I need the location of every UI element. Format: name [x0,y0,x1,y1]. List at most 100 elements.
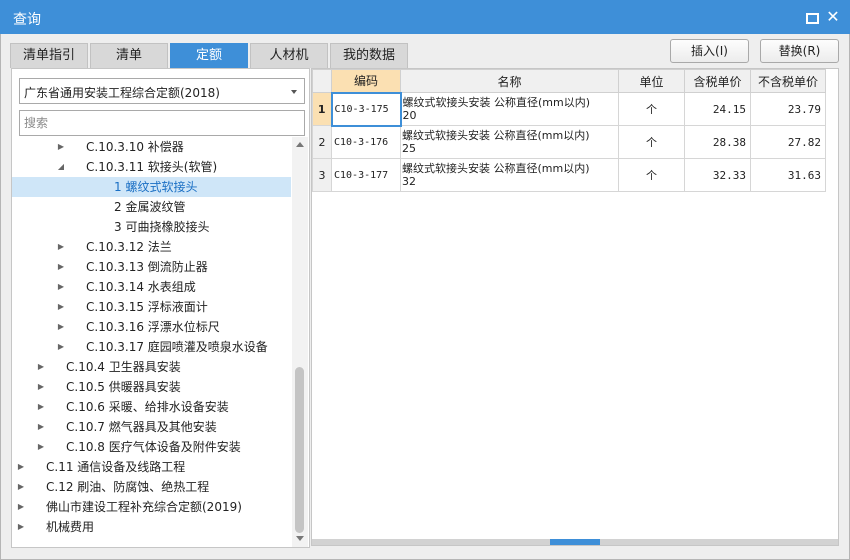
tree-item-label: 1 螺纹式软接头 [114,180,198,194]
cell-name[interactable]: 螺纹式软接头安装 公称直径(mm以内) 20 [400,92,619,126]
tree-item[interactable]: ▶ C.10.3.15 浮标液面计 [12,297,291,317]
tree-item-label: C.10.6 采暖、给排水设备安装 [66,400,229,414]
cell-name-line2: 32 [402,175,416,188]
collapsed-arrow-icon[interactable]: ▶ [56,337,66,357]
col-header-price-tax[interactable]: 含税单价 [684,69,751,93]
col-header-price-notax[interactable]: 不含税单价 [750,69,826,93]
tree-scrollbar[interactable] [292,137,308,547]
replace-button[interactable]: 替换(R) [760,39,839,63]
panel-splitter[interactable] [312,539,838,545]
cell-name[interactable]: 螺纹式软接头安装 公称直径(mm以内) 32 [400,158,619,192]
collapsed-arrow-icon[interactable]: ▶ [36,417,46,437]
scroll-down-icon[interactable] [296,536,304,541]
cell-name-line1: 螺纹式软接头安装 公称直径(mm以内) [402,129,590,142]
row-number: 1 [312,92,332,126]
table-row[interactable]: 2 C10-3-176 螺纹式软接头安装 公称直径(mm以内) 25 个 28.3… [312,125,826,159]
cell-name-line2: 20 [402,109,417,122]
tree-item[interactable]: ▶ C.10.3.13 倒流防止器 [12,257,291,277]
collapsed-arrow-icon[interactable]: ▶ [16,517,26,537]
quota-library-select[interactable]: 广东省通用安装工程综合定额(2018) [19,78,305,104]
tree-item-label: C.10.5 供暖器具安装 [66,380,181,394]
collapsed-arrow-icon[interactable]: ▶ [36,397,46,417]
tree-item[interactable]: ▶ C.10.3.12 法兰 [12,237,291,257]
tab-my-data[interactable]: 我的数据 [330,43,408,68]
expanded-arrow-icon[interactable]: ◢ [56,157,66,177]
tree-item[interactable]: 1 螺纹式软接头 [12,177,291,197]
collapsed-arrow-icon[interactable]: ▶ [56,297,66,317]
maximize-icon[interactable] [802,8,820,26]
tab-bill-guide[interactable]: 清单指引 [10,43,88,68]
cell-code[interactable]: C10-3-175 [330,91,402,127]
col-header-name[interactable]: 名称 [400,69,619,93]
cell-price-notax[interactable]: 27.82 [750,125,826,159]
col-header-code[interactable]: 编码 [331,69,401,93]
collapsed-arrow-icon[interactable]: ▶ [36,437,46,457]
table-row[interactable]: 1 C10-3-175 螺纹式软接头安装 公称直径(mm以内) 20 个 24.1… [312,91,826,127]
tree-item-label: C.10.3.17 庭园喷灌及喷泉水设备 [86,340,268,354]
quota-grid-panel: 编码 名称 单位 含税单价 不含税单价 1 C10-3-175 螺纹式软接头安装… [311,68,839,546]
cell-code[interactable]: C10-3-177 [331,158,401,192]
collapsed-arrow-icon[interactable]: ▶ [16,457,26,477]
tree-item[interactable]: ▶ C.12 刷油、防腐蚀、绝热工程 [12,477,291,497]
tree-item[interactable]: ▶ C.11 通信设备及线路工程 [12,457,291,477]
tree-item[interactable]: 3 可曲挠橡胶接头 [12,217,291,237]
tree-item[interactable]: ▶ C.10.5 供暖器具安装 [12,377,291,397]
insert-button[interactable]: 插入(I) [670,39,749,63]
tree-item[interactable]: ▶ C.10.3.10 补偿器 [12,137,291,157]
tree-item-label: C.10.3.11 软接头(软管) [86,160,218,174]
tree-item[interactable]: ▶ C.10.8 医疗气体设备及附件安装 [12,437,291,457]
quota-grid: 编码 名称 单位 含税单价 不含税单价 1 C10-3-175 螺纹式软接头安装… [312,69,826,192]
collapsed-arrow-icon[interactable]: ▶ [56,257,66,277]
row-number: 2 [312,125,332,159]
collapsed-arrow-icon[interactable]: ▶ [56,317,66,337]
scrollbar-thumb[interactable] [295,367,304,533]
close-icon[interactable]: ✕ [824,8,842,26]
cell-unit[interactable]: 个 [618,158,685,192]
col-header-unit[interactable]: 单位 [618,69,685,93]
tree-item[interactable]: ▶ C.10.7 燃气器具及其他安装 [12,417,291,437]
collapsed-arrow-icon[interactable]: ▶ [16,497,26,517]
collapsed-arrow-icon[interactable]: ▶ [16,477,26,497]
tree-item-label: C.10.3.14 水表组成 [86,280,196,294]
cell-price-notax[interactable]: 31.63 [750,158,826,192]
tree-item-label: 2 金属波纹管 [114,200,186,214]
tree-item-label: C.12 刷油、防腐蚀、绝热工程 [46,480,210,494]
tree-item[interactable]: 2 金属波纹管 [12,197,291,217]
quota-tree-panel: 广东省通用安装工程综合定额(2018) ▶ C.10.3.10 补偿器 ◢ C.10.… [11,68,310,548]
cell-code[interactable]: C10-3-176 [331,125,401,159]
cell-price-tax[interactable]: 28.38 [684,125,751,159]
search-input[interactable] [19,110,305,136]
tree-item[interactable]: ▶ 佛山市建设工程补充综合定额(2019) [12,497,291,517]
cell-price-tax[interactable]: 32.33 [684,158,751,192]
collapsed-arrow-icon[interactable]: ▶ [56,277,66,297]
table-row[interactable]: 3 C10-3-177 螺纹式软接头安装 公称直径(mm以内) 32 个 32.3… [312,158,826,192]
tree-item-label: 机械费用 [46,520,95,534]
quota-library-value: 广东省通用安装工程综合定额(2018) [24,86,220,100]
row-number: 3 [312,158,332,192]
cell-price-notax[interactable]: 23.79 [750,92,826,126]
splitter-handle[interactable] [550,539,600,545]
tree-item-label: C.11 通信设备及线路工程 [46,460,186,474]
tree-item[interactable]: ▶ C.10.4 卫生器具安装 [12,357,291,377]
cell-unit[interactable]: 个 [618,125,685,159]
tree-item-label: C.10.4 卫生器具安装 [66,360,181,374]
tab-quota[interactable]: 定额 [170,43,248,68]
tree-item[interactable]: ▶ C.10.6 采暖、给排水设备安装 [12,397,291,417]
tree-item[interactable]: ▶ 机械费用 [12,517,291,537]
tab-bill[interactable]: 清单 [90,43,168,68]
collapsed-arrow-icon[interactable]: ▶ [56,137,66,157]
collapsed-arrow-icon[interactable]: ▶ [56,237,66,257]
cell-price-tax[interactable]: 24.15 [684,92,751,126]
tree-item-label: C.10.3.12 法兰 [86,240,172,254]
tree-item[interactable]: ▶ C.10.3.16 浮漂水位标尺 [12,317,291,337]
scroll-up-icon[interactable] [296,142,304,147]
cell-unit[interactable]: 个 [618,92,685,126]
cell-name[interactable]: 螺纹式软接头安装 公称直径(mm以内) 25 [400,125,619,159]
collapsed-arrow-icon[interactable]: ▶ [36,377,46,397]
tab-labor-material-machine[interactable]: 人材机 [250,43,328,68]
tree-item[interactable]: ◢ C.10.3.11 软接头(软管) [12,157,291,177]
tree-item[interactable]: ▶ C.10.3.14 水表组成 [12,277,291,297]
tree-item[interactable]: ▶ C.10.3.17 庭园喷灌及喷泉水设备 [12,337,291,357]
collapsed-arrow-icon[interactable]: ▶ [36,357,46,377]
cell-name-line1: 螺纹式软接头安装 公称直径(mm以内) [402,96,591,109]
